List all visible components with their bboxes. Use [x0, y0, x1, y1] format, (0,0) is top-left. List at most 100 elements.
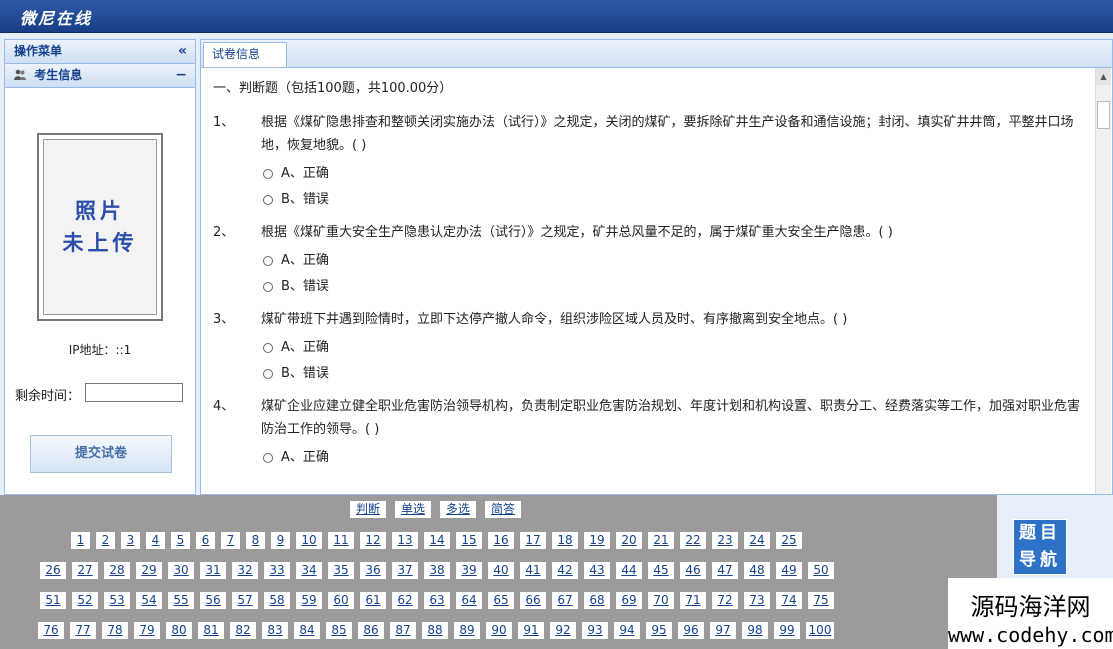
option-b[interactable]: B、错误	[263, 190, 1091, 209]
question-nav-button[interactable]: 8	[246, 532, 265, 549]
question-nav-button[interactable]: 85	[326, 622, 352, 639]
option-a[interactable]: A、正确	[263, 251, 1091, 270]
question-nav-button[interactable]: 11	[328, 532, 354, 549]
radio-button[interactable]	[263, 281, 273, 292]
nav-type-multi[interactable]: 多选	[440, 501, 477, 518]
option-b[interactable]: B、错误	[263, 277, 1091, 296]
question-nav-button[interactable]: 36	[360, 562, 386, 579]
question-nav-button[interactable]: 81	[198, 622, 224, 639]
question-nav-button[interactable]: 100	[806, 622, 834, 639]
question-nav-button[interactable]: 65	[488, 592, 514, 609]
radio-button[interactable]	[263, 342, 273, 353]
nav-type-short[interactable]: 简答	[485, 501, 522, 518]
question-nav-button[interactable]: 96	[678, 622, 704, 639]
question-nav-button[interactable]: 26	[40, 562, 66, 579]
question-nav-button[interactable]: 67	[552, 592, 578, 609]
question-nav-button[interactable]: 89	[454, 622, 480, 639]
radio-button[interactable]	[263, 194, 273, 205]
question-nav-button[interactable]: 10	[296, 532, 322, 549]
question-nav-button[interactable]: 6	[196, 532, 215, 549]
question-nav-button[interactable]: 40	[488, 562, 514, 579]
radio-button[interactable]	[263, 255, 273, 266]
question-nav-button[interactable]: 57	[232, 592, 258, 609]
question-nav-button[interactable]: 87	[390, 622, 416, 639]
option-a[interactable]: A、正确	[263, 164, 1091, 183]
question-nav-button[interactable]: 90	[486, 622, 512, 639]
collapse-icon[interactable]: «	[178, 40, 187, 63]
question-nav-button[interactable]: 38	[424, 562, 450, 579]
question-nav-button[interactable]: 5	[171, 532, 190, 549]
question-nav-button[interactable]: 28	[104, 562, 130, 579]
scroll-up-arrow-icon[interactable]: ▲	[1096, 68, 1111, 85]
question-nav-button[interactable]: 48	[744, 562, 770, 579]
question-nav-button[interactable]: 56	[200, 592, 226, 609]
option-a[interactable]: A、正确	[263, 448, 1091, 467]
question-nav-button[interactable]: 47	[712, 562, 738, 579]
scrollbar-thumb[interactable]	[1097, 101, 1110, 129]
question-nav-button[interactable]: 22	[680, 532, 706, 549]
radio-button[interactable]	[263, 452, 273, 463]
question-nav-button[interactable]: 21	[648, 532, 674, 549]
question-nav-button[interactable]: 97	[710, 622, 736, 639]
question-nav-button[interactable]: 54	[136, 592, 162, 609]
question-nav-button[interactable]: 14	[424, 532, 450, 549]
question-nav-button[interactable]: 74	[776, 592, 802, 609]
question-nav-button[interactable]: 33	[264, 562, 290, 579]
question-nav-button[interactable]: 51	[40, 592, 66, 609]
question-nav-button[interactable]: 4	[146, 532, 165, 549]
question-nav-button[interactable]: 25	[776, 532, 802, 549]
question-nav-button[interactable]: 78	[102, 622, 128, 639]
question-nav-button[interactable]: 53	[104, 592, 130, 609]
radio-button[interactable]	[263, 368, 273, 379]
question-nav-button[interactable]: 68	[584, 592, 610, 609]
question-nav-button[interactable]: 39	[456, 562, 482, 579]
question-nav-button[interactable]: 59	[296, 592, 322, 609]
question-nav-button[interactable]: 20	[616, 532, 642, 549]
question-nav-button[interactable]: 91	[518, 622, 544, 639]
question-nav-button[interactable]: 86	[358, 622, 384, 639]
question-nav-button[interactable]: 37	[392, 562, 418, 579]
question-nav-button[interactable]: 62	[392, 592, 418, 609]
question-nav-button[interactable]: 9	[271, 532, 290, 549]
question-nav-button[interactable]: 24	[744, 532, 770, 549]
question-nav-button[interactable]: 70	[648, 592, 674, 609]
question-nav-button[interactable]: 63	[424, 592, 450, 609]
question-nav-button[interactable]: 7	[221, 532, 240, 549]
question-nav-button[interactable]: 34	[296, 562, 322, 579]
submit-exam-button[interactable]: 提交试卷	[30, 435, 172, 473]
question-nav-button[interactable]: 84	[294, 622, 320, 639]
question-nav-button[interactable]: 2	[96, 532, 115, 549]
question-nav-button[interactable]: 66	[520, 592, 546, 609]
nav-type-judge[interactable]: 判断	[350, 501, 387, 518]
question-nav-button[interactable]: 46	[680, 562, 706, 579]
option-b[interactable]: B、错误	[263, 364, 1091, 383]
question-nav-button[interactable]: 80	[166, 622, 192, 639]
question-nav-button[interactable]: 49	[776, 562, 802, 579]
question-nav-button[interactable]: 99	[774, 622, 800, 639]
question-nav-button[interactable]: 16	[488, 532, 514, 549]
question-nav-button[interactable]: 93	[582, 622, 608, 639]
question-nav-button[interactable]: 58	[264, 592, 290, 609]
question-nav-button[interactable]: 12	[360, 532, 386, 549]
question-nav-button[interactable]: 52	[72, 592, 98, 609]
question-nav-button[interactable]: 43	[584, 562, 610, 579]
question-nav-button[interactable]: 27	[72, 562, 98, 579]
question-nav-button[interactable]: 32	[232, 562, 258, 579]
question-nav-button[interactable]: 61	[360, 592, 386, 609]
question-nav-button[interactable]: 94	[614, 622, 640, 639]
question-nav-button[interactable]: 44	[616, 562, 642, 579]
question-nav-button[interactable]: 35	[328, 562, 354, 579]
question-nav-button[interactable]: 76	[38, 622, 64, 639]
question-nav-button[interactable]: 79	[134, 622, 160, 639]
question-nav-button[interactable]: 72	[712, 592, 738, 609]
radio-button[interactable]	[263, 168, 273, 179]
candidate-info-header[interactable]: 考生信息 −	[5, 64, 195, 88]
question-nav-button[interactable]: 18	[552, 532, 578, 549]
question-nav-button[interactable]: 98	[742, 622, 768, 639]
question-nav-button[interactable]: 95	[646, 622, 672, 639]
question-nav-button[interactable]: 73	[744, 592, 770, 609]
question-nav-button[interactable]: 69	[616, 592, 642, 609]
question-nav-button[interactable]: 77	[70, 622, 96, 639]
question-nav-button[interactable]: 3	[121, 532, 140, 549]
nav-type-single[interactable]: 单选	[395, 501, 432, 518]
